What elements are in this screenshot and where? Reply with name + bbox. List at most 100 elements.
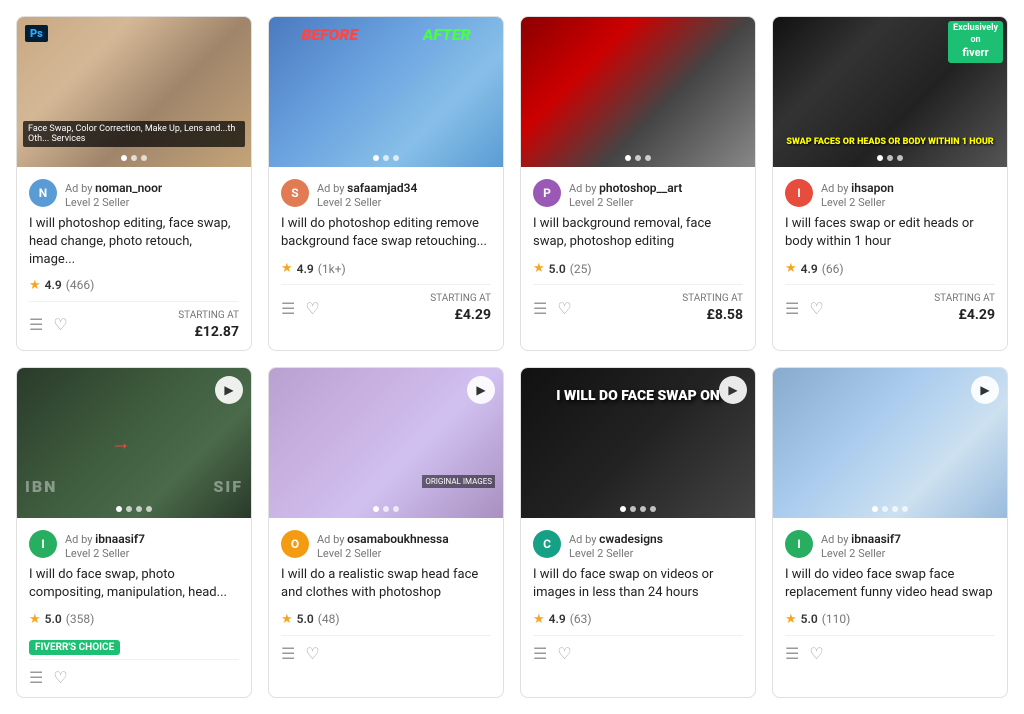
avatar: P [533,179,561,207]
card-actions: ☰ ♡ [29,668,68,687]
seller-name[interactable]: ibnaasif7 [95,532,145,546]
card-actions: ☰ ♡ [29,315,68,334]
card-title[interactable]: I will do a realistic swap head face and… [281,566,491,604]
heart-icon[interactable]: ♡ [809,644,823,663]
price-section: STARTING AT £4.29 [430,293,491,323]
seller-name[interactable]: ibnaasif7 [851,532,901,546]
gig-card[interactable]: →IBNSIF ▶ I Ad by ibnaasif7 Level 2 Sell… [16,367,252,698]
gig-card[interactable]: BEFORE AFTER S Ad by safaamjad34 Level 2… [268,16,504,351]
seller-name[interactable]: noman_noor [95,181,162,195]
card-title[interactable]: I will do face swap, photo compositing, … [29,566,239,604]
card-actions: ☰ ♡ [281,299,320,318]
ibn-text: IBN [25,477,57,496]
heart-icon[interactable]: ♡ [809,299,823,318]
rating-row: ★ 5.0 (358) [29,612,239,627]
heart-icon[interactable]: ♡ [557,644,571,663]
menu-icon[interactable]: ☰ [533,299,547,318]
star-icon: ★ [785,612,797,627]
heart-icon[interactable]: ♡ [53,668,67,687]
card-body: P Ad by photoshop__art Level 2 Seller I … [521,167,755,333]
card-title[interactable]: I will faces swap or edit heads or body … [785,215,995,253]
rating-count: (466) [66,278,95,292]
before-label: BEFORE [301,25,358,44]
gig-card[interactable]: PsFace Swap, Color Correction, Make Up, … [16,16,252,351]
card-image[interactable]: ▶ [773,368,1007,518]
play-button[interactable]: ▶ [719,376,747,404]
card-image[interactable]: PsFace Swap, Color Correction, Make Up, … [17,17,251,167]
card-body: S Ad by safaamjad34 Level 2 Seller I wil… [269,167,503,333]
rating-value: 4.9 [45,278,62,292]
avatar: N [29,179,57,207]
dot [877,155,883,161]
menu-icon[interactable]: ☰ [29,315,43,334]
image-caption: Face Swap, Color Correction, Make Up, Le… [23,121,245,147]
seller-level: Level 2 Seller [821,196,894,209]
starting-at-label: STARTING AT [430,293,491,304]
card-image[interactable]: BEFORE AFTER [269,17,503,167]
gig-card[interactable]: ORIGINAL IMAGES ▶ O Ad by osamaboukhness… [268,367,504,698]
avatar: S [281,179,309,207]
card-body: I Ad by ihsapon Level 2 Seller I will fa… [773,167,1007,333]
card-body: I Ad by ibnaasif7 Level 2 Seller I will … [773,518,1007,673]
gig-card[interactable]: ▶ I Ad by ibnaasif7 Level 2 Seller I wil… [772,367,1008,698]
gig-card[interactable]: I WILL DO FACE SWAP ON ▶ C Ad by cwadesi… [520,367,756,698]
card-image[interactable]: →IBNSIF ▶ [17,368,251,518]
heart-icon[interactable]: ♡ [305,644,319,663]
seller-info: O Ad by osamaboukhnessa Level 2 Seller [281,528,491,560]
dot [383,506,389,512]
menu-icon[interactable]: ☰ [29,668,43,687]
menu-icon[interactable]: ☰ [281,299,295,318]
seller-level: Level 2 Seller [569,547,663,560]
menu-icon[interactable]: ☰ [281,644,295,663]
rating-value: 4.9 [549,612,566,626]
fiverrs-choice-badge: FIVERR'S CHOICE [29,640,120,655]
rating-row: ★ 5.0 (25) [533,261,743,276]
play-button[interactable]: ▶ [467,376,495,404]
rating-row: ★ 4.9 (466) [29,278,239,293]
star-icon: ★ [29,278,41,293]
seller-name[interactable]: photoshop__art [599,181,682,195]
dot [635,155,641,161]
card-title[interactable]: I will do face swap on videos or images … [533,566,743,604]
heart-icon[interactable]: ♡ [557,299,571,318]
dot [625,155,631,161]
card-footer: ☰ ♡ STARTING AT £8.58 [533,284,743,323]
gig-card[interactable]: ExclusivelyonfiverrSwap Faces or Heads o… [772,16,1008,351]
card-image[interactable] [521,17,755,167]
dot [373,155,379,161]
card-image[interactable]: ORIGINAL IMAGES ▶ [269,368,503,518]
play-button[interactable]: ▶ [971,376,999,404]
seller-name[interactable]: cwadesigns [599,532,663,546]
card-actions: ☰ ♡ [281,644,320,663]
starting-at-label: STARTING AT [178,310,239,321]
card-title[interactable]: I will do video face swap face replaceme… [785,566,995,604]
seller-text: Ad by ibnaasif7 Level 2 Seller [65,528,145,560]
gig-card[interactable]: P Ad by photoshop__art Level 2 Seller I … [520,16,756,351]
heart-icon[interactable]: ♡ [305,299,319,318]
heart-icon[interactable]: ♡ [53,315,67,334]
image-dots [373,155,399,161]
rating-count: (63) [570,612,592,626]
seller-name[interactable]: osamaboukhnessa [347,532,449,546]
card-image[interactable]: ExclusivelyonfiverrSwap Faces or Heads o… [773,17,1007,167]
play-button[interactable]: ▶ [215,376,243,404]
menu-icon[interactable]: ☰ [785,299,799,318]
seller-name[interactable]: safaamjad34 [347,181,417,195]
dot [121,155,127,161]
card-title[interactable]: I will photoshop editing, face swap, hea… [29,215,239,270]
menu-icon[interactable]: ☰ [533,644,547,663]
starting-at-label: STARTING AT [934,293,995,304]
rating-row: ★ 4.9 (63) [533,612,743,627]
dot [650,506,656,512]
avatar: O [281,530,309,558]
card-image[interactable]: I WILL DO FACE SWAP ON ▶ [521,368,755,518]
ad-label: Ad by [821,182,851,195]
rating-count: (48) [318,612,340,626]
rating-row: ★ 5.0 (48) [281,612,491,627]
seller-name[interactable]: ihsapon [851,181,894,195]
card-title[interactable]: I will do photoshop editing remove backg… [281,215,491,253]
menu-icon[interactable]: ☰ [785,644,799,663]
ad-label: Ad by [317,182,347,195]
card-title[interactable]: I will background removal, face swap, ph… [533,215,743,253]
rating-count: (66) [822,262,844,276]
